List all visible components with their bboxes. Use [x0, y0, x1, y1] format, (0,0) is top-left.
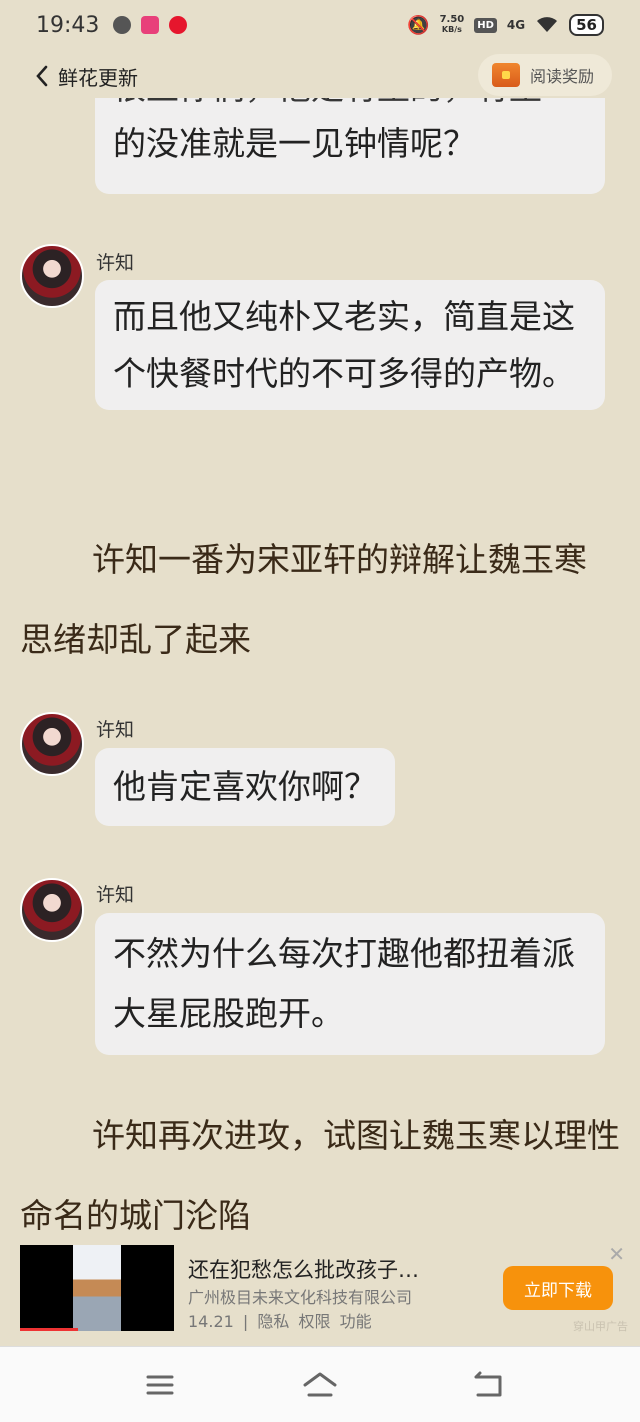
bubble-text-partial: 很上你们，他是有型的，有型 [113, 98, 587, 116]
weibo-notification-icon [169, 16, 188, 34]
home-button[interactable] [300, 1369, 340, 1401]
vip-notification-icon [141, 16, 160, 34]
battery-indicator: 56 [569, 14, 604, 36]
menu-icon [146, 1375, 174, 1395]
ad-features-link[interactable]: 功能 [340, 1312, 372, 1331]
signal-icon: 4G [506, 18, 526, 32]
avatar[interactable] [20, 712, 84, 776]
avatar[interactable] [20, 244, 84, 308]
reward-label: 阅读奖励 [529, 67, 594, 86]
ad-progress-bar [20, 1328, 78, 1331]
hd-badge: HD [474, 17, 497, 33]
menu-button[interactable] [140, 1369, 180, 1401]
ad-company: 广州极目未来文化科技有限公司 [188, 1288, 413, 1307]
wifi-icon [535, 15, 559, 36]
chat-bubble: 很上你们，他是有型的，有型 的没准就是一见钟情呢？ [95, 98, 605, 194]
treasure-chest-icon [491, 63, 520, 87]
status-time: 19:43 [36, 12, 100, 38]
ad-thumbnail[interactable] [20, 1245, 174, 1331]
avatar[interactable] [20, 878, 84, 942]
back-button[interactable]: 鲜花更新 [34, 62, 138, 91]
app-notification-icon [113, 16, 132, 34]
reading-content[interactable]: 很上你们，他是有型的，有型 的没准就是一见钟情呢？ 许知 而且他又纯朴又老实，简… [0, 98, 640, 1236]
ad-permissions-link[interactable]: 权限 [298, 1312, 330, 1331]
home-icon [303, 1372, 337, 1397]
speaker-name: 许知 [96, 252, 135, 274]
narration-paragraph: 许知再次进攻，试图让魏玉寒以理性命名的城门沦陷 [20, 1116, 620, 1235]
mute-icon: 🔕 [407, 14, 430, 36]
close-icon[interactable]: ✕ [608, 1242, 625, 1266]
reader-header: 鲜花更新 阅读奖励 [0, 54, 640, 98]
ad-privacy-link[interactable]: 隐私 [257, 1312, 289, 1331]
ad-banner[interactable]: 还在犯愁怎么批改孩子… 广州极目未来文化科技有限公司 14.21 | 隐私 权限… [0, 1238, 640, 1334]
status-bar: 19:43 🔕 7.50 KB/s HD 4G 56 [0, 0, 640, 50]
ad-version: 14.21 [188, 1312, 234, 1331]
reading-reward-button[interactable]: 阅读奖励 [477, 54, 612, 96]
bubble-text: 的没准就是一见钟情呢？ [113, 124, 476, 163]
system-nav-bar [0, 1346, 640, 1422]
speaker-name: 许知 [96, 719, 135, 741]
net-speed: 7.50 KB/s [439, 14, 465, 35]
back-nav-button[interactable] [468, 1369, 508, 1401]
speaker-name: 许知 [96, 884, 135, 906]
ad-source-label: 穿山甲广告 [573, 1320, 628, 1333]
ad-video-frame [73, 1245, 121, 1331]
back-arrow-icon [474, 1371, 502, 1397]
chat-bubble: 他肯定喜欢你啊？ [95, 748, 395, 826]
ad-title[interactable]: 还在犯愁怎么批改孩子… [188, 1254, 419, 1284]
chat-bubble: 不然为什么每次打趣他都扭着派大星屁股跑开。 [95, 913, 605, 1055]
chevron-left-icon [36, 65, 48, 87]
back-label: 鲜花更新 [58, 65, 138, 90]
narration-paragraph: 许知一番为宋亚轩的辩解让魏玉寒思绪却乱了起来 [20, 540, 587, 659]
chat-bubble: 而且他又纯朴又老实，简直是这个快餐时代的不可多得的产物。 [95, 280, 605, 410]
ad-download-button[interactable]: 立即下载 [503, 1266, 613, 1310]
ad-meta: 14.21 | 隐私 权限 功能 [188, 1312, 372, 1331]
